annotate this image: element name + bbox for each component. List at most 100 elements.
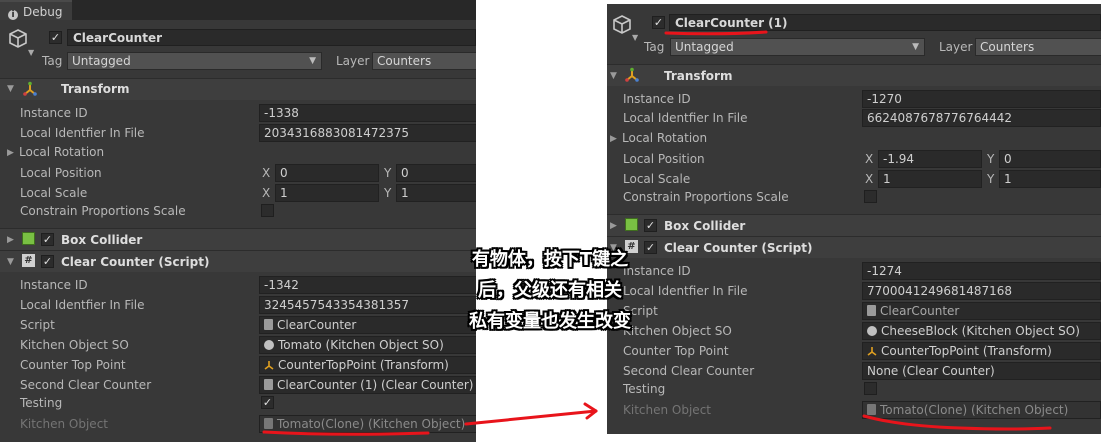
active-checkbox[interactable]: ✓ (49, 31, 62, 44)
tag-dropdown[interactable]: Untagged ▼ (67, 52, 322, 70)
counter-top-point-label: Counter Top Point (623, 344, 729, 358)
fold-arrow-icon[interactable]: ▼ (610, 71, 617, 81)
kitchen-object-so-label: Kitchen Object SO (20, 338, 129, 352)
instance-id-label: Instance ID (20, 106, 88, 120)
x-label: X (865, 172, 874, 186)
fold-arrow-icon[interactable]: ▶ (610, 221, 617, 231)
tab-debug[interactable]: i Debug (0, 0, 73, 20)
chevron-down-icon[interactable]: ▼ (28, 48, 34, 57)
script-file-icon (867, 404, 876, 415)
local-id-label: Local Identfier In File (20, 126, 145, 140)
testing-checkbox[interactable]: ✓ (261, 396, 274, 409)
arrow-line (464, 409, 598, 426)
script-title: Clear Counter (Script) (664, 241, 813, 255)
inspector-right: ▼ ✓ ClearCounter (1) Tag Untagged ▼ Layer… (607, 4, 1101, 434)
tag-dropdown[interactable]: Untagged ▼ (670, 38, 925, 56)
local-position-label: Local Position (623, 152, 705, 166)
box-collider-title: Box Collider (664, 219, 746, 233)
layer-dropdown[interactable]: Counters (372, 52, 476, 70)
position-y-field[interactable]: 0 (999, 150, 1101, 168)
local-position-label: Local Position (20, 166, 102, 180)
script-field[interactable]: ClearCounter (862, 302, 1101, 320)
arrow-head-icon (583, 402, 598, 420)
kitchen-object-field: Tomato(Clone) (Kitchen Object) (862, 401, 1101, 419)
local-scale-label: Local Scale (623, 172, 691, 186)
counter-top-point-field[interactable]: CounterTopPoint (Transform) (259, 356, 476, 374)
fold-arrow-icon[interactable]: ▶ (7, 148, 14, 158)
dropdown-arrow-icon: ▼ (912, 42, 919, 52)
instance-id-field[interactable]: -1338 (259, 104, 476, 122)
scriptable-object-icon (264, 340, 274, 350)
object-name-field[interactable]: ClearCounter (1) (669, 14, 1101, 31)
box-collider-icon (22, 232, 35, 245)
box-collider-enabled-checkbox[interactable]: ✓ (644, 219, 657, 232)
inspector-left: i Debug ▼ ✓ ClearCounter Tag Untagged ▼ La… (0, 0, 476, 442)
layer-dropdown[interactable]: Counters (975, 38, 1101, 56)
chevron-down-icon[interactable]: ▼ (632, 33, 638, 42)
layer-label: Layer (336, 54, 370, 68)
constrain-scale-checkbox[interactable] (261, 204, 274, 217)
box-collider-icon (625, 218, 638, 231)
transform-icon (867, 346, 877, 356)
annotation-line-2: 后，父级还有相关 (478, 280, 622, 301)
info-icon: i (8, 10, 18, 20)
instance-id-field[interactable]: -1270 (862, 90, 1101, 108)
constrain-scale-label: Constrain Proportions Scale (623, 190, 789, 204)
script-title: Clear Counter (Script) (61, 255, 210, 269)
second-clear-counter-label: Second Clear Counter (20, 378, 152, 392)
script-enabled-checkbox[interactable]: ✓ (41, 255, 54, 268)
testing-checkbox[interactable] (864, 382, 877, 395)
kitchen-object-so-field[interactable]: CheeseBlock (Kitchen Object SO) (862, 322, 1101, 340)
active-checkbox[interactable]: ✓ (652, 16, 665, 29)
tag-label: Tag (42, 54, 63, 68)
transform-icon (264, 360, 274, 370)
position-x-field[interactable]: 0 (275, 164, 379, 182)
instance-id-label: Instance ID (623, 92, 691, 106)
scale-y-field[interactable]: 1 (999, 170, 1101, 188)
local-id-label: Local Identfier In File (20, 298, 145, 312)
local-rotation-label: Local Rotation (622, 131, 708, 145)
dropdown-arrow-icon: ▼ (309, 56, 316, 66)
second-clear-counter-field[interactable]: None (Clear Counter) (862, 362, 1101, 380)
kitchen-object-so-field[interactable]: Tomato (Kitchen Object SO) (259, 336, 476, 354)
script-hash-icon: # (22, 254, 35, 267)
position-x-field[interactable]: -1.94 (878, 150, 982, 168)
object-name-field[interactable]: ClearCounter (67, 29, 476, 46)
script-file-icon (264, 418, 273, 429)
annotation-text: 有物体，按下T键之 后，父级还有相关 私有变量也发生改变 (441, 244, 659, 337)
fold-arrow-icon[interactable]: ▼ (7, 84, 14, 94)
local-id-field[interactable]: 2034316883081472375 (259, 124, 476, 142)
position-y-field[interactable]: 0 (396, 164, 476, 182)
script-label: Script (20, 318, 55, 332)
local-id-field[interactable]: 6624087678776764442 (862, 109, 1101, 127)
kitchen-object-label: Kitchen Object (623, 403, 711, 417)
tab-bar: i Debug (0, 0, 476, 20)
constrain-scale-checkbox[interactable] (864, 190, 877, 203)
local-scale-label: Local Scale (20, 186, 88, 200)
local-id-label: Local Identfier In File (623, 111, 748, 125)
fold-arrow-icon[interactable]: ▼ (7, 257, 14, 267)
gameobject-cube-icon (9, 29, 27, 48)
transform-title: Transform (61, 82, 130, 96)
scriptable-object-icon (867, 326, 877, 336)
counter-top-point-label: Counter Top Point (20, 358, 126, 372)
testing-label: Testing (20, 396, 63, 410)
kitchen-object-label: Kitchen Object (20, 417, 108, 431)
counter-top-point-field[interactable]: CounterTopPoint (Transform) (862, 342, 1101, 360)
fold-arrow-icon[interactable]: ▶ (610, 134, 617, 144)
scale-y-field[interactable]: 1 (396, 184, 476, 202)
local-id-field[interactable]: 7700041249681487168 (862, 282, 1101, 300)
transform-icon (23, 81, 37, 96)
second-clear-counter-field[interactable]: ClearCounter (1) (Clear Counter) (259, 376, 476, 394)
script-file-icon (264, 319, 273, 330)
fold-arrow-icon[interactable]: ▶ (7, 235, 14, 245)
scale-x-field[interactable]: 1 (275, 184, 379, 202)
local-rotation-label: Local Rotation (19, 145, 105, 159)
box-collider-enabled-checkbox[interactable]: ✓ (41, 233, 54, 246)
y-label: Y (987, 172, 995, 186)
instance-id-field[interactable]: -1274 (862, 262, 1101, 280)
tag-label: Tag (644, 40, 665, 54)
box-collider-title: Box Collider (61, 233, 143, 247)
scale-x-field[interactable]: 1 (878, 170, 982, 188)
y-label: Y (987, 152, 995, 166)
